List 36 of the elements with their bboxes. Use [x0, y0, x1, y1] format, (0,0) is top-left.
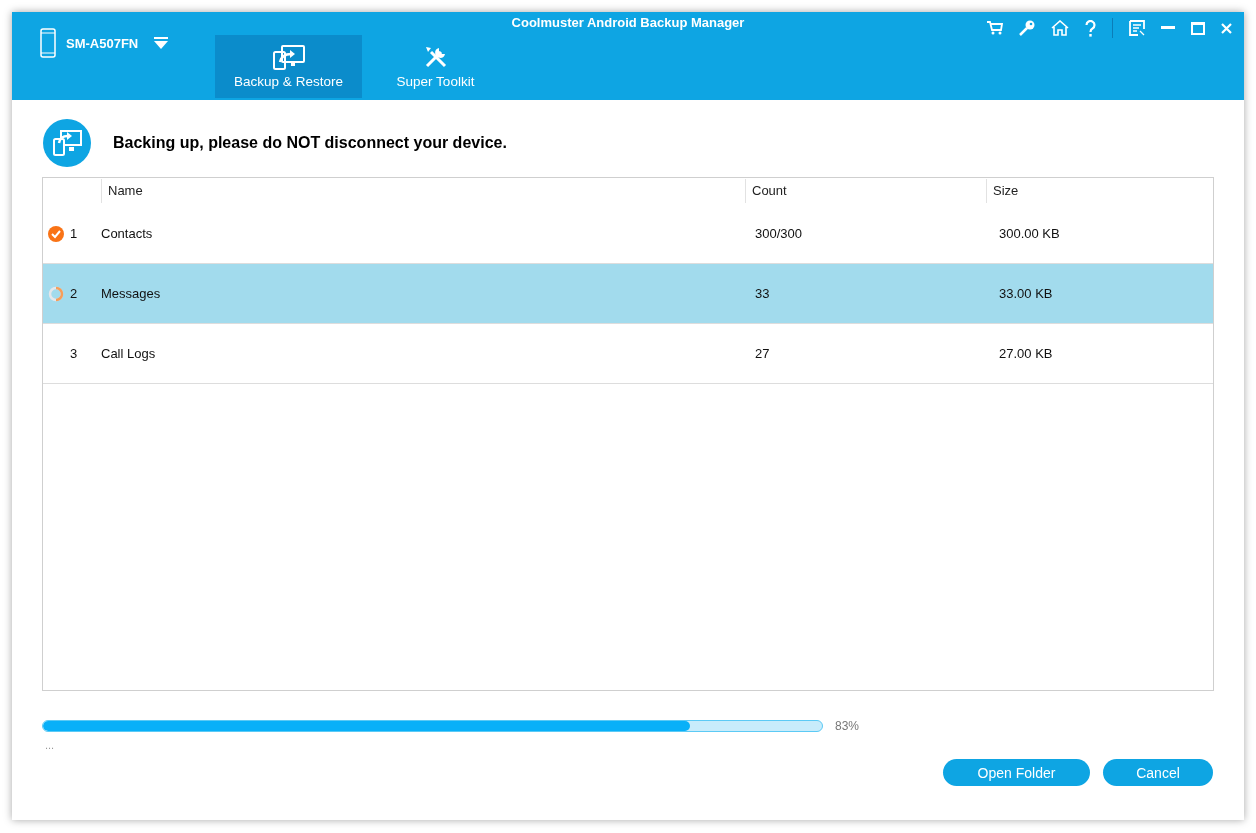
minimize-icon[interactable]	[1161, 26, 1175, 30]
column-header[interactable]: Size	[986, 179, 1213, 203]
phone-icon	[40, 28, 56, 58]
column-header[interactable]: Count	[745, 179, 986, 203]
row-number: 2	[70, 286, 78, 301]
status-message: Backing up, please do NOT disconnect your device.	[113, 134, 507, 152]
cart-icon[interactable]	[987, 21, 1003, 35]
dropdown-caret-icon[interactable]	[154, 37, 169, 49]
table-cell: 27	[755, 346, 770, 361]
home-icon[interactable]	[1051, 20, 1069, 36]
table-cell: 300.00 KB	[999, 226, 1060, 241]
table-cell: Contacts	[101, 226, 153, 241]
window-title: Coolmuster Android Backup Manager	[511, 15, 745, 30]
progress-percent: 83%	[835, 719, 860, 733]
table-row[interactable]: 2 Messages 33 33.00 KB	[43, 264, 1213, 324]
table-cell: 300/300	[755, 226, 802, 241]
help-icon[interactable]	[1085, 19, 1096, 37]
row-number: 1	[70, 226, 78, 241]
table-cell: 27.00 KB	[999, 346, 1053, 361]
maximize-icon[interactable]	[1191, 21, 1205, 35]
key-icon[interactable]	[1019, 20, 1035, 36]
close-icon[interactable]	[1221, 22, 1232, 34]
table-cell: Call Logs	[101, 346, 156, 361]
column-header[interactable]: Name	[101, 179, 745, 203]
table-cell: 33	[755, 286, 770, 301]
table-row[interactable]: 3 Call Logs 27 27.00 KB	[43, 324, 1213, 384]
phone-monitor-icon	[271, 44, 306, 70]
nav-tab[interactable]: Backup & Restore	[215, 35, 362, 98]
progress-status-text: ...	[45, 739, 55, 751]
spinner-icon	[48, 285, 64, 302]
table-cell: 33.00 KB	[999, 286, 1053, 301]
feedback-icon[interactable]	[1129, 20, 1145, 36]
backup-icon	[43, 119, 91, 167]
table-cell: Messages	[101, 286, 161, 301]
check-icon	[48, 225, 64, 242]
row-number: 3	[70, 346, 78, 361]
